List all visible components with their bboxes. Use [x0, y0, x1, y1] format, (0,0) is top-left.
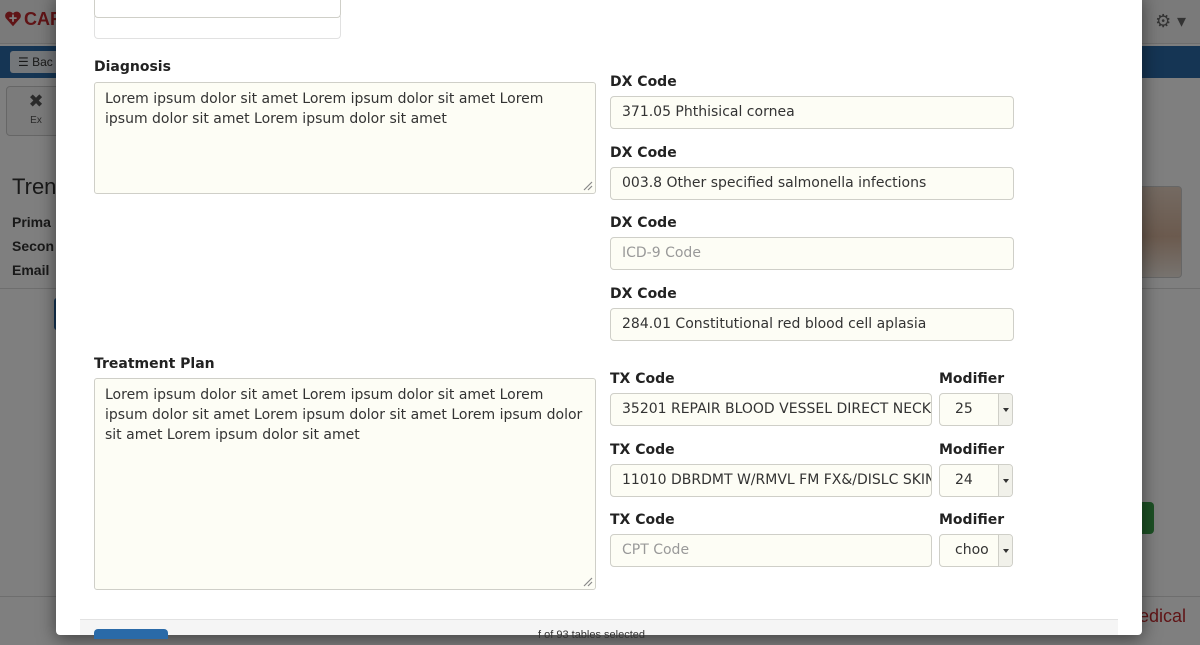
modifier-value-1: 25: [955, 401, 973, 417]
modifier-label-3: Modifier: [939, 512, 1005, 528]
dx-code-label-1: DX Code: [610, 74, 677, 90]
dx-code-field-3[interactable]: ICD-9 Code: [610, 237, 1014, 270]
dx-code-label-3: DX Code: [610, 215, 677, 231]
footer-save-button[interactable]: [94, 629, 168, 639]
dx-code-field-4[interactable]: 284.01 Constitutional red blood cell apl…: [610, 308, 1014, 341]
resize-handle-icon[interactable]: [581, 179, 593, 191]
tx-code-field-1[interactable]: 35201 REPAIR BLOOD VESSEL DIRECT NECK: [610, 393, 932, 426]
encounter-modal: Diagnosis Lorem ipsum dolor sit amet Lor…: [56, 0, 1142, 639]
previous-field-outline: [94, 16, 341, 39]
modifier-value-2: 24: [955, 472, 973, 488]
diagnosis-text: Lorem ipsum dolor sit amet Lorem ipsum d…: [105, 91, 544, 127]
tx-code-label-2: TX Code: [610, 442, 675, 458]
diagnosis-label: Diagnosis: [94, 59, 171, 75]
dx-code-label-2: DX Code: [610, 145, 677, 161]
modifier-select-1[interactable]: 25: [939, 393, 1013, 426]
treatment-plan-textarea[interactable]: Lorem ipsum dolor sit amet Lorem ipsum d…: [94, 378, 596, 590]
dx-code-field-2[interactable]: 003.8 Other specified salmonella infecti…: [610, 167, 1014, 200]
treatment-plan-label: Treatment Plan: [94, 356, 215, 372]
modifier-value-3: choo: [955, 542, 989, 558]
dx-code-field-1[interactable]: 371.05 Phthisical cornea: [610, 96, 1014, 129]
modifier-select-2[interactable]: 24: [939, 464, 1013, 497]
modifier-label-2: Modifier: [939, 442, 1005, 458]
chevron-down-icon[interactable]: [998, 535, 1012, 566]
diagnosis-textarea[interactable]: Lorem ipsum dolor sit amet Lorem ipsum d…: [94, 82, 596, 194]
modifier-label-1: Modifier: [939, 371, 1005, 387]
status-text: f of 93 tables selected: [538, 629, 646, 641]
chevron-down-icon[interactable]: [998, 394, 1012, 425]
dx-code-label-4: DX Code: [610, 286, 677, 302]
resize-handle-icon[interactable]: [581, 575, 593, 587]
treatment-plan-text: Lorem ipsum dolor sit amet Lorem ipsum d…: [105, 387, 583, 443]
chevron-down-icon[interactable]: [998, 465, 1012, 496]
tx-code-label-3: TX Code: [610, 512, 675, 528]
tx-code-field-3[interactable]: CPT Code: [610, 534, 932, 567]
modifier-select-3[interactable]: choo: [939, 534, 1013, 567]
tx-code-field-2[interactable]: 11010 DBRDMT W/RMVL FM FX&/DISLC SKIN: [610, 464, 932, 497]
tx-code-label-1: TX Code: [610, 371, 675, 387]
